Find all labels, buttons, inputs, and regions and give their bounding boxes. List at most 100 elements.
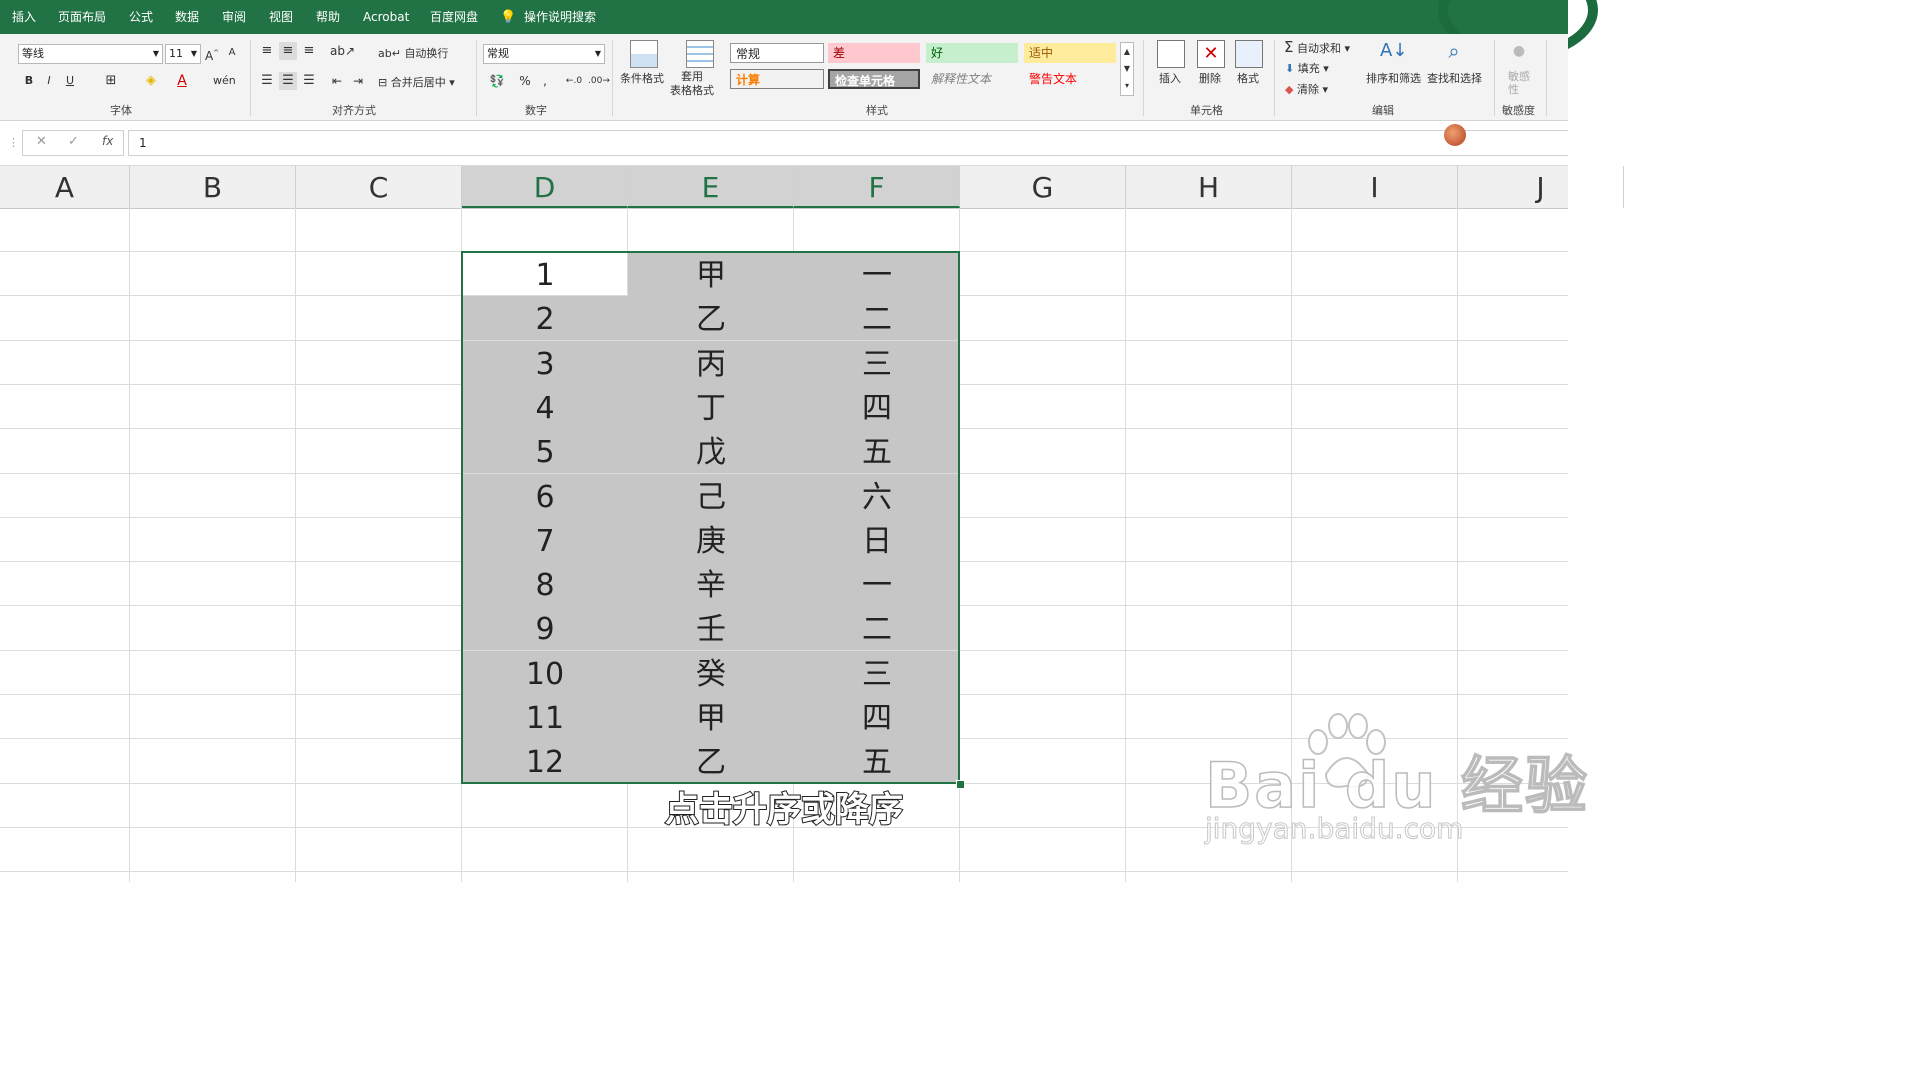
wrap-text-button[interactable]: ab↵ 自动换行 [378,45,448,61]
clear-button[interactable]: ◆ 清除 ▾ [1285,81,1328,97]
underline-button[interactable]: U [62,72,78,90]
cancel-icon[interactable]: ✕ [36,134,47,149]
tab-baidu-netdisk[interactable]: 百度网盘 [430,0,478,34]
insert-cells-button[interactable]: 插入 [1159,70,1181,86]
tab-view[interactable]: 视图 [269,0,293,34]
format-cells-button[interactable]: 格式 [1237,70,1259,86]
cell-style-normal[interactable]: 常规 [730,43,824,63]
cell-style-good[interactable]: 好 [926,43,1018,63]
cell-style-neutral[interactable]: 适中 [1024,43,1116,63]
lightbulb-icon: 💡 [500,10,517,25]
sigma-icon: Σ [1284,38,1294,56]
borders-icon[interactable]: ⊞ [102,72,120,90]
format-cells-icon[interactable] [1235,40,1263,68]
gridline-horizontal [0,871,1568,872]
align-left-icon[interactable]: ☰ [258,72,276,90]
fill-down-icon: ⬇ [1285,62,1295,75]
cell-style-bad[interactable]: 差 [828,43,920,63]
font-color-icon[interactable]: A [173,72,191,90]
tell-me-search[interactable]: 💡 操作说明搜索 [500,0,596,34]
tab-formulas[interactable]: 公式 [129,0,153,34]
bold-button[interactable]: B [22,72,36,90]
fill-button[interactable]: ⬇ 填充 ▾ [1285,60,1329,76]
fill-color-icon[interactable]: ◈ [142,72,160,90]
cell-style-check-cell[interactable]: 检查单元格 [828,69,920,89]
number-group-label: 数字 [525,104,547,117]
sort-filter-icon[interactable]: A↓ [1380,38,1407,64]
column-header-g[interactable]: G [960,166,1126,208]
column-header-b[interactable]: B [130,166,296,208]
column-header-j[interactable]: J [1458,166,1624,208]
watermark-url: jingyan.baidu.com [1204,812,1464,846]
sensitivity-icon[interactable]: ● [1510,42,1528,60]
format-as-table-button[interactable]: 套用 表格格式 [670,70,714,98]
tab-help[interactable]: 帮助 [316,0,340,34]
column-header-c[interactable]: C [296,166,462,208]
autosum-button[interactable]: Σ 自动求和 ▾ [1284,38,1350,56]
align-bottom-icon[interactable]: ≡ [300,42,318,60]
group-separator [250,40,251,116]
cell-style-explanatory[interactable]: 解释性文本 [926,69,1018,89]
sensitivity-button[interactable]: 敏感 性 [1508,70,1530,96]
font-name-dropdown[interactable]: 等线 ▼ [18,44,163,64]
percent-style-button[interactable]: % [518,72,532,90]
eraser-icon: ◆ [1285,83,1294,96]
group-separator [1143,40,1144,116]
font-size-dropdown[interactable]: 11 ▼ [165,44,201,64]
fill-handle[interactable] [956,780,965,789]
column-header-a[interactable]: A [0,166,130,208]
accounting-format-icon[interactable]: 💱 [486,72,508,90]
column-header-d[interactable]: D [462,166,628,208]
video-subtitle: 点击升序或降序 [664,789,904,831]
tab-acrobat[interactable]: Acrobat [363,0,409,34]
insert-function-icon[interactable]: fx [102,134,113,148]
selection-border [461,251,960,784]
tab-insert[interactable]: 插入 [12,0,36,34]
merge-icon: ⊟ [378,76,391,89]
format-as-table-icon[interactable] [686,40,714,68]
conditional-formatting-icon[interactable] [630,40,658,68]
styles-group-label: 样式 [866,104,888,117]
increase-font-icon[interactable]: A^ [205,44,219,65]
sort-filter-button[interactable]: 排序和筛选 [1366,70,1421,86]
orientation-icon[interactable]: ab↗ [330,42,355,60]
phonetic-icon[interactable]: wén [213,72,236,90]
column-header-e[interactable]: E [628,166,794,208]
italic-button[interactable]: I [42,72,56,90]
formula-input[interactable]: 1 [128,130,1568,156]
group-separator [1546,40,1547,116]
conditional-formatting-button[interactable]: 条件格式 [620,70,664,86]
decrease-decimal-icon[interactable]: .00→ [588,72,610,90]
find-select-button[interactable]: 查找和选择 [1427,70,1482,86]
group-separator [612,40,613,116]
delete-cells-button[interactable]: 删除 [1199,70,1221,86]
column-header-h[interactable]: H [1126,166,1292,208]
styles-gallery-scroll[interactable]: ▲ ▼ ▾ [1120,42,1134,96]
align-right-icon[interactable]: ☰ [300,72,318,90]
align-middle-icon[interactable]: ≡ [279,42,297,60]
number-format-dropdown[interactable]: 常规 ▼ [483,44,605,64]
alignment-group-label: 对齐方式 [332,104,376,117]
align-top-icon[interactable]: ≡ [258,42,276,60]
font-group-label: 字体 [110,104,132,117]
group-separator [1494,40,1495,116]
cell-style-warning[interactable]: 警告文本 [1024,69,1116,89]
insert-cells-icon[interactable] [1157,40,1185,68]
align-center-icon[interactable]: ☰ [279,72,297,90]
tab-page-layout[interactable]: 页面布局 [58,0,106,34]
cell-style-calculation[interactable]: 计算 [730,69,824,89]
find-select-icon[interactable]: ⌕ [1441,38,1467,64]
increase-indent-icon[interactable]: ⇥ [349,72,367,90]
decrease-font-icon[interactable]: A [225,44,239,62]
enter-icon[interactable]: ✓ [68,134,79,149]
tab-review[interactable]: 审阅 [222,0,246,34]
merge-center-button[interactable]: ⊟ 合并后居中 ▾ [378,74,455,90]
column-header-f[interactable]: F [794,166,960,208]
increase-decimal-icon[interactable]: ←.0 [565,72,583,90]
decrease-indent-icon[interactable]: ⇤ [328,72,346,90]
comma-style-button[interactable]: , [540,72,550,90]
delete-cells-icon[interactable]: ✕ [1197,40,1225,68]
tab-data[interactable]: 数据 [175,0,199,34]
gridline-vertical [1125,208,1126,882]
column-header-i[interactable]: I [1292,166,1458,208]
